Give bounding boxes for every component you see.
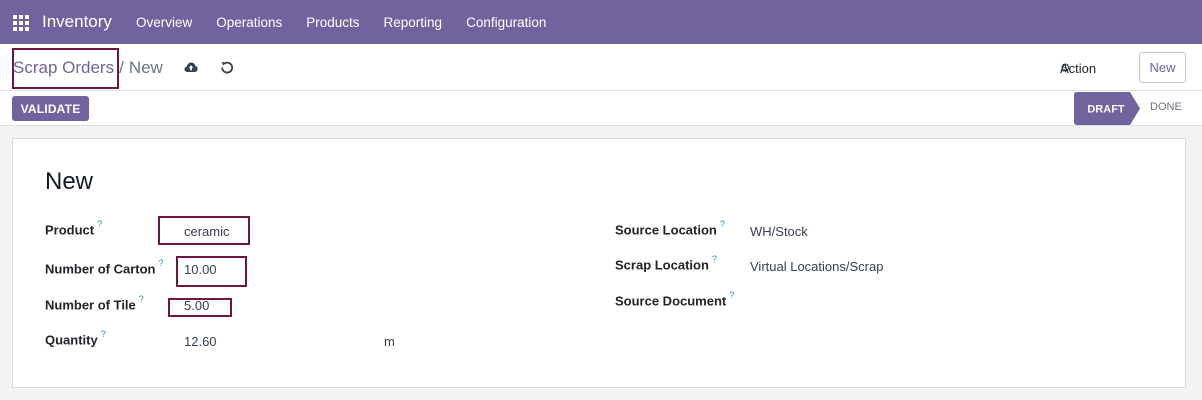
number-of-tile-label: Number of Tile?	[45, 294, 144, 313]
quantity-field[interactable]: 12.60	[184, 334, 217, 349]
record-title: New	[45, 168, 94, 195]
help-icon[interactable]: ?	[101, 329, 106, 339]
status-bar: VALIDATE DRAFT DONE	[0, 91, 1202, 126]
scrap-location-label: Scrap Location?	[615, 254, 717, 273]
action-button[interactable]: ⚙ Action	[1060, 61, 1096, 76]
help-icon[interactable]: ?	[97, 219, 102, 229]
menu-operations[interactable]: Operations	[216, 15, 282, 30]
breadcrumb-scrap-orders[interactable]: Scrap Orders	[13, 58, 114, 78]
help-icon[interactable]: ?	[729, 290, 734, 300]
breadcrumb-current: New	[128, 58, 163, 77]
quantity-label: Quantity?	[45, 329, 106, 348]
help-icon[interactable]: ?	[139, 294, 144, 304]
source-document-label: Source Document?	[615, 290, 735, 309]
product-label: Product?	[45, 219, 103, 238]
menu-configuration[interactable]: Configuration	[466, 15, 546, 30]
breadcrumb-separator: /	[119, 58, 124, 77]
source-document-field[interactable]	[750, 294, 950, 310]
scrap-location-field[interactable]: Virtual Locations/Scrap	[750, 259, 883, 274]
app-name[interactable]: Inventory	[42, 12, 112, 32]
validate-button[interactable]: VALIDATE	[12, 96, 89, 121]
help-icon[interactable]: ?	[712, 254, 717, 264]
help-icon[interactable]: ?	[720, 219, 725, 229]
stage-draft-label: DRAFT	[1087, 104, 1125, 116]
source-location-label: Source Location?	[615, 219, 725, 238]
undo-icon[interactable]	[220, 60, 234, 74]
control-panel: Scrap Orders / New ⚙ Action New	[0, 44, 1202, 91]
top-navbar: Inventory Overview Operations Products R…	[0, 0, 1202, 44]
menu-products[interactable]: Products	[306, 15, 359, 30]
number-of-carton-field[interactable]: 10.00	[184, 262, 217, 277]
menu-overview[interactable]: Overview	[136, 15, 192, 30]
product-field[interactable]: ceramic	[184, 224, 230, 239]
action-label: Action	[1060, 60, 1097, 76]
breadcrumb: Scrap Orders / New	[13, 58, 163, 78]
stage-draft[interactable]: DRAFT	[1074, 92, 1140, 125]
quantity-unit: m	[384, 334, 395, 349]
apps-grid-icon[interactable]	[13, 15, 29, 31]
number-of-tile-field[interactable]: 5.00	[184, 298, 209, 313]
cloud-upload-icon[interactable]	[184, 61, 198, 73]
menu-reporting[interactable]: Reporting	[384, 15, 443, 30]
new-button[interactable]: New	[1139, 52, 1186, 83]
help-icon[interactable]: ?	[159, 258, 164, 268]
source-location-field[interactable]: WH/Stock	[750, 224, 808, 239]
number-of-carton-label: Number of Carton?	[45, 258, 164, 277]
stage-done[interactable]: DONE	[1150, 101, 1182, 113]
